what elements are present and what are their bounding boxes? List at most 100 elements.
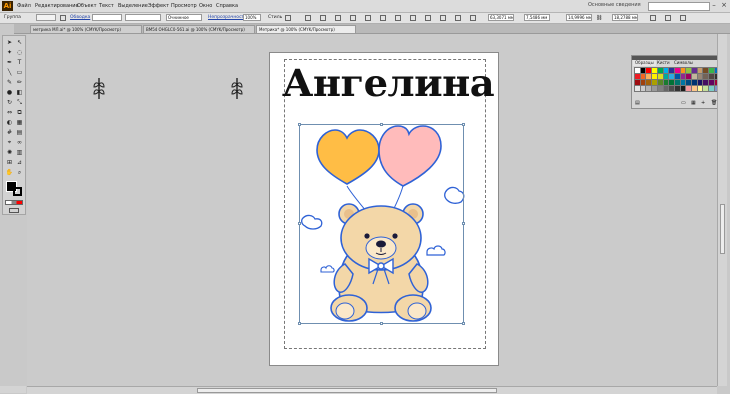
color-swatch[interactable]	[651, 67, 659, 74]
isolate-icon[interactable]	[665, 15, 671, 21]
color-swatch[interactable]	[639, 73, 647, 80]
color-swatch[interactable]	[696, 73, 704, 80]
align-top-icon[interactable]	[365, 15, 371, 21]
color-swatch[interactable]	[702, 85, 710, 92]
y-field[interactable]: 7,5486 мм	[524, 14, 550, 21]
resize-handle[interactable]	[298, 123, 301, 126]
tab-document-2[interactable]: BM54 OHGLC0-561.ai @ 100% (CMYK/Просмотр…	[143, 25, 255, 33]
lasso-tool-icon[interactable]: ◌	[15, 48, 24, 57]
link-icon[interactable]: ⛓	[596, 15, 602, 21]
menu-file[interactable]: Файл	[17, 3, 31, 9]
width-field[interactable]: 14,9996 мм	[566, 14, 592, 21]
color-swatch[interactable]	[656, 73, 664, 80]
color-swatch[interactable]	[651, 73, 659, 80]
eyedropper-tool-icon[interactable]: ⌖	[5, 138, 14, 147]
selection-bounding-box[interactable]	[299, 124, 464, 324]
color-swatch[interactable]	[634, 85, 641, 92]
zoom-tool-icon[interactable]: ⌕	[15, 168, 24, 177]
recolor-icon[interactable]	[305, 15, 311, 21]
graph-tool-icon[interactable]: ▥	[15, 148, 24, 157]
color-swatch[interactable]	[668, 85, 676, 92]
sprig-icon[interactable]	[92, 74, 106, 100]
color-swatch[interactable]	[708, 85, 716, 92]
paintbrush-tool-icon[interactable]: ✎	[5, 78, 14, 87]
color-swatch[interactable]	[685, 79, 693, 86]
close-icon[interactable]: ×	[720, 1, 728, 9]
color-swatch[interactable]	[708, 79, 716, 86]
color-swatch[interactable]	[685, 67, 693, 74]
perspective-grid-tool-icon[interactable]: ▦	[15, 118, 24, 127]
transform-icon[interactable]	[650, 15, 656, 21]
align-right-icon[interactable]	[350, 15, 356, 21]
rotate-tool-icon[interactable]: ↻	[5, 98, 14, 107]
distribute-center-icon[interactable]	[425, 15, 431, 21]
magic-wand-tool-icon[interactable]: ✦	[5, 48, 14, 57]
sprig-icon[interactable]	[230, 74, 244, 100]
blob-brush-tool-icon[interactable]: ●	[5, 88, 14, 97]
color-swatch[interactable]	[696, 85, 704, 92]
blend-mode-select[interactable]: Очнинное	[166, 14, 202, 21]
distribute-top-icon[interactable]	[410, 15, 416, 21]
hand-tool-icon[interactable]: ✋	[5, 168, 14, 177]
opacity-label[interactable]: Непрозрачность	[208, 15, 247, 20]
align-left-icon[interactable]	[320, 15, 326, 21]
minimize-icon[interactable]: –	[710, 1, 718, 9]
color-swatch[interactable]	[691, 85, 698, 92]
color-swatch[interactable]	[668, 73, 676, 80]
resize-handle[interactable]	[380, 123, 383, 126]
color-swatch[interactable]	[662, 73, 670, 80]
align-middle-icon[interactable]	[380, 15, 386, 21]
color-swatch[interactable]	[679, 73, 687, 80]
gradient-tool-icon[interactable]: ▤	[15, 128, 24, 137]
color-swatch[interactable]	[708, 67, 716, 74]
distribute-bottom-icon[interactable]	[440, 15, 446, 21]
color-swatch[interactable]	[702, 79, 710, 86]
tab-brushes[interactable]: Кисти	[655, 60, 672, 66]
line-tool-icon[interactable]: ╲	[5, 68, 14, 77]
color-swatch[interactable]	[639, 79, 647, 86]
menu-object[interactable]: Объект	[77, 3, 97, 9]
selection-tool-icon[interactable]: ➤	[5, 38, 14, 47]
color-swatch[interactable]	[673, 73, 681, 80]
color-swatch[interactable]	[702, 73, 710, 80]
shape-builder-tool-icon[interactable]: ◐	[5, 118, 14, 127]
color-swatch[interactable]	[634, 73, 641, 80]
style-swatch-icon[interactable]	[285, 15, 291, 21]
color-swatch[interactable]	[651, 85, 659, 92]
menu-view[interactable]: Просмотр	[171, 3, 197, 9]
brush-field[interactable]	[125, 14, 161, 21]
transform-reference-icon[interactable]	[470, 15, 476, 21]
color-swatch[interactable]	[656, 67, 664, 74]
color-swatch[interactable]	[639, 67, 647, 74]
workspace-switcher[interactable]: Основные сведения	[588, 2, 644, 9]
eraser-tool-icon[interactable]: ◧	[15, 88, 24, 97]
panel-menu-icon[interactable]	[680, 15, 686, 21]
scale-tool-icon[interactable]: ⤡	[15, 98, 24, 107]
blend-tool-icon[interactable]: ∞	[15, 138, 24, 147]
color-swatch[interactable]	[691, 67, 698, 74]
color-mode-icon[interactable]	[5, 200, 23, 205]
color-swatch[interactable]	[645, 85, 653, 92]
color-swatch[interactable]	[634, 67, 641, 74]
direct-selection-tool-icon[interactable]: ↖	[15, 38, 24, 47]
color-swatch[interactable]	[691, 79, 698, 86]
color-swatch[interactable]	[662, 79, 670, 86]
vertical-scrollbar[interactable]	[717, 34, 727, 386]
free-transform-tool-icon[interactable]: ⧉	[15, 108, 24, 117]
stroke-swatch-icon[interactable]	[60, 15, 66, 21]
swatch-library-icon[interactable]: ▤	[635, 100, 640, 106]
color-swatch[interactable]	[668, 79, 676, 86]
resize-handle[interactable]	[462, 322, 465, 325]
color-swatch[interactable]	[679, 85, 687, 92]
color-swatch[interactable]	[634, 79, 641, 86]
color-swatch[interactable]	[651, 79, 659, 86]
menu-edit[interactable]: Редактирование	[35, 3, 79, 9]
align-center-icon[interactable]	[335, 15, 341, 21]
menu-effect[interactable]: Эффект	[148, 3, 169, 9]
color-swatch[interactable]	[679, 79, 687, 86]
color-swatch[interactable]	[685, 85, 693, 92]
color-swatch[interactable]	[668, 67, 676, 74]
color-swatch[interactable]	[645, 67, 653, 74]
color-swatch[interactable]	[645, 79, 653, 86]
type-tool-icon[interactable]: T	[15, 58, 24, 67]
